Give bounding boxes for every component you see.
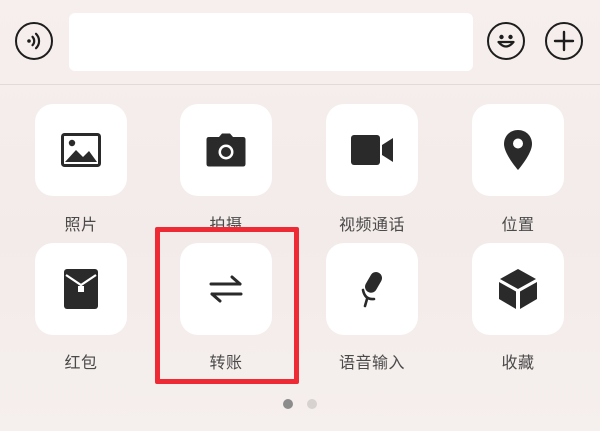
camera-button[interactable] <box>180 104 272 196</box>
photo-label: 照片 <box>64 215 98 234</box>
camera-icon <box>206 133 246 167</box>
voice-button[interactable] <box>15 22 53 60</box>
transfer-button[interactable] <box>180 243 272 335</box>
microphone-icon <box>361 272 382 308</box>
voice-input-button[interactable] <box>326 243 418 335</box>
red-packet-label: 红包 <box>64 353 98 372</box>
plus-icon <box>553 30 575 52</box>
red-packet-button[interactable] <box>35 243 127 335</box>
more-button[interactable] <box>545 22 583 60</box>
photo-icon <box>61 133 101 167</box>
page-dot-2[interactable] <box>307 399 317 409</box>
emoji-icon <box>497 34 515 48</box>
photo-button[interactable] <box>35 104 127 196</box>
transfer-label: 转账 <box>209 353 243 372</box>
voice-input-icon <box>27 32 41 50</box>
message-input[interactable] <box>69 13 473 71</box>
video-call-label: 视频通话 <box>338 215 405 234</box>
location-label: 位置 <box>501 215 535 234</box>
emoji-button[interactable] <box>487 22 525 60</box>
transfer-icon <box>209 275 243 303</box>
location-button[interactable] <box>472 104 564 196</box>
chat-input-bar <box>0 0 600 85</box>
red-packet-icon <box>64 269 98 309</box>
video-call-button[interactable] <box>326 104 418 196</box>
page-dot-1[interactable] <box>283 399 293 409</box>
camera-label: 拍摄 <box>209 215 243 234</box>
voice-input-label: 语音输入 <box>338 353 405 372</box>
favorites-label: 收藏 <box>501 353 535 372</box>
favorites-icon <box>499 269 537 309</box>
location-icon <box>504 130 532 170</box>
favorites-button[interactable] <box>472 243 564 335</box>
video-call-icon <box>351 135 393 165</box>
